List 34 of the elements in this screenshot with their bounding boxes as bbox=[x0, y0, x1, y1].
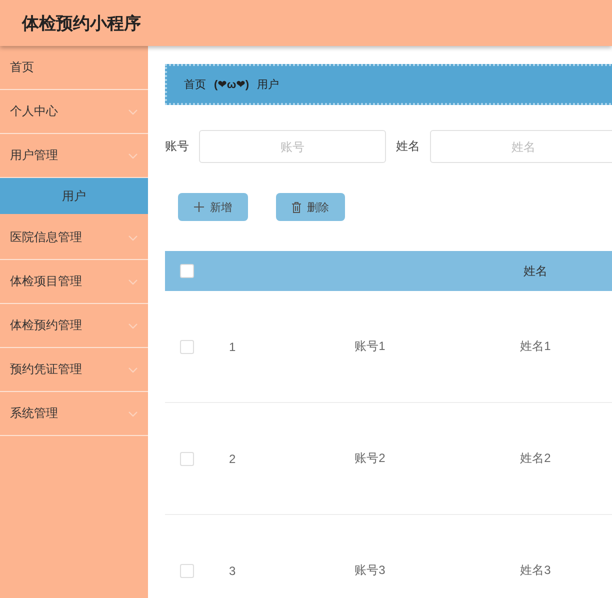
trash-icon bbox=[292, 202, 301, 212]
table-cell: 账号1 bbox=[354, 339, 386, 353]
submenu-item[interactable]: 用户 bbox=[0, 178, 148, 214]
chevron-down-icon bbox=[128, 235, 138, 241]
chevron-down-icon bbox=[128, 153, 138, 159]
chevron-down-icon bbox=[128, 367, 138, 373]
table-cell: 姓名1 bbox=[520, 339, 551, 353]
search-field[interactable]: 姓名 bbox=[430, 130, 612, 163]
breadcrumb-separator: (❤ω❤) bbox=[214, 78, 250, 91]
field-label: 账号 bbox=[165, 138, 189, 155]
search-field[interactable]: 账号 bbox=[199, 130, 386, 163]
breadcrumb-link[interactable]: 用户 bbox=[257, 77, 280, 92]
field-label: 姓名 bbox=[396, 138, 420, 155]
row-checkbox[interactable] bbox=[180, 564, 194, 578]
row-checkbox[interactable] bbox=[180, 340, 194, 354]
column-header: 姓名 bbox=[524, 264, 548, 278]
table-cell: 3 bbox=[229, 564, 236, 578]
table-cell: 1 bbox=[229, 340, 236, 354]
table-cell: 2 bbox=[229, 452, 236, 466]
chevron-down-icon bbox=[128, 323, 138, 329]
select-all-checkbox[interactable] bbox=[180, 264, 194, 278]
chevron-down-icon bbox=[128, 279, 138, 285]
delete-button[interactable]: 删除 bbox=[276, 193, 345, 221]
row-checkbox[interactable] bbox=[180, 452, 194, 466]
table-cell: 账号3 bbox=[354, 563, 386, 577]
add-button[interactable]: 新增 bbox=[178, 193, 248, 221]
table-cell: 姓名2 bbox=[520, 451, 551, 465]
table-cell: 账号2 bbox=[354, 451, 386, 465]
chevron-down-icon bbox=[128, 109, 138, 115]
plus-icon bbox=[194, 202, 204, 212]
table-cell: 姓名3 bbox=[520, 563, 551, 577]
app-title: 体检预约小程序 bbox=[22, 13, 141, 35]
breadcrumb-link[interactable]: 首页 bbox=[184, 77, 206, 92]
chevron-down-icon bbox=[128, 411, 138, 417]
